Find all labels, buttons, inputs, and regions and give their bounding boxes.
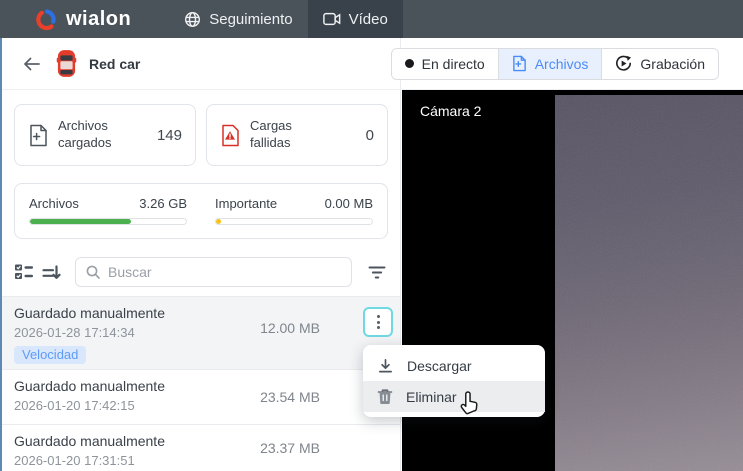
file-datetime: 2026-01-28 17:14:34 (14, 325, 135, 340)
mode-label: Grabación (640, 55, 705, 72)
filter-icon[interactable] (368, 265, 386, 280)
video-mode-switch: En directo Archivos Grabación (390, 47, 719, 80)
mode-label: Archivos (534, 55, 589, 72)
usage-progressbar (29, 218, 187, 225)
stat-label: Cargas fallidas (250, 118, 292, 150)
menu-item-descargar[interactable]: Descargar (363, 350, 545, 381)
file-import-icon (512, 55, 527, 72)
globe-icon (184, 11, 201, 28)
file-size: 23.37 MB (260, 440, 320, 456)
menu-item-eliminar[interactable]: Eliminar (363, 381, 545, 412)
tab-video[interactable]: Vídeo (307, 0, 403, 38)
file-row[interactable]: Guardado manualmente 2026-01-28 17:14:34… (0, 297, 400, 370)
file-add-icon (28, 124, 48, 147)
search-icon (85, 264, 101, 280)
unit-header: Red car En directo Archivos Grabación (0, 38, 743, 90)
stat-card-uploaded: Archivos cargados 149 (14, 104, 196, 166)
unit-name: Red car (89, 55, 141, 72)
usage-label: Importante (215, 196, 278, 211)
video-camera-icon (322, 12, 341, 26)
storage-usage-card: Archivos 3.26 GB Importante 0.00 MB (14, 183, 388, 239)
usage-importante: Importante 0.00 MB (201, 196, 387, 225)
back-button[interactable] (20, 53, 44, 75)
tab-seguimiento[interactable]: Seguimiento (169, 0, 307, 38)
file-title: Guardado manualmente (14, 433, 165, 449)
tab-label: Vídeo (348, 10, 388, 28)
file-context-menu: Descargar Eliminar (363, 345, 545, 417)
usage-value: 0.00 MB (324, 196, 373, 211)
wialon-logo: wialon (34, 0, 131, 38)
window-edge (0, 38, 2, 471)
mode-archivos-button[interactable]: Archivos (498, 48, 603, 79)
file-size: 12.00 MB (260, 320, 320, 336)
unit-car-icon (56, 49, 77, 78)
file-size: 23.54 MB (260, 389, 320, 405)
unit-header-left: Red car (0, 38, 401, 89)
stat-value: 149 (156, 126, 182, 144)
usage-archivos: Archivos 3.26 GB (15, 196, 201, 225)
usage-progress-fill (30, 219, 132, 224)
stat-value: 0 (365, 126, 374, 144)
file-title: Guardado manualmente (14, 378, 165, 394)
file-list: Guardado manualmente 2026-01-28 17:14:34… (0, 296, 400, 471)
tab-label: Seguimiento (209, 10, 293, 28)
file-datetime: 2026-01-20 17:42:15 (14, 398, 135, 413)
usage-progress-fill (216, 219, 221, 224)
menu-item-label: Descargar (407, 357, 472, 374)
stats-cards: Archivos cargados 149 Cargas fallidas 0 (14, 104, 388, 166)
usage-progressbar (215, 218, 373, 225)
usage-value: 3.26 GB (139, 196, 187, 211)
mode-label: En directo (421, 55, 485, 72)
multi-select-button[interactable] (14, 263, 34, 281)
sort-button[interactable] (42, 264, 61, 281)
usage-label: Archivos (29, 196, 79, 211)
wialon-logo-icon (34, 8, 57, 31)
live-dot-icon (404, 59, 414, 68)
row-actions-button[interactable] (363, 307, 393, 337)
download-icon (377, 358, 394, 374)
mode-grabacion-button[interactable]: Grabación (602, 48, 718, 79)
file-error-icon (220, 124, 240, 147)
search-box (75, 257, 352, 287)
brand-name: wialon (66, 7, 132, 30)
file-tag-badge: Velocidad (14, 346, 87, 364)
files-panel: Archivos cargados 149 Cargas fallidas 0 (0, 90, 401, 471)
playback-icon (615, 55, 632, 72)
video-frame (555, 95, 743, 471)
search-input[interactable] (108, 264, 342, 280)
camera-label: Cámara 2 (420, 103, 482, 119)
file-datetime: 2026-01-20 17:31:51 (14, 453, 135, 468)
file-title: Guardado manualmente (14, 305, 165, 321)
file-row[interactable]: Guardado manualmente 2026-01-20 17:42:15… (0, 370, 400, 425)
stat-label: Archivos cargados (58, 118, 112, 150)
list-toolbar (14, 257, 386, 287)
topbar: wialon Seguimiento Vídeo (0, 0, 743, 38)
stat-card-failed: Cargas fallidas 0 (206, 104, 388, 166)
trash-icon (377, 388, 393, 405)
top-navigation: Seguimiento Vídeo (169, 0, 403, 38)
wialon-video-app: wialon Seguimiento Vídeo Red car En dire… (0, 0, 743, 471)
mode-en-directo-button[interactable]: En directo (391, 48, 499, 79)
file-row[interactable]: Guardado manualmente 2026-01-20 17:31:51… (0, 425, 400, 471)
menu-item-label: Eliminar (406, 388, 457, 405)
